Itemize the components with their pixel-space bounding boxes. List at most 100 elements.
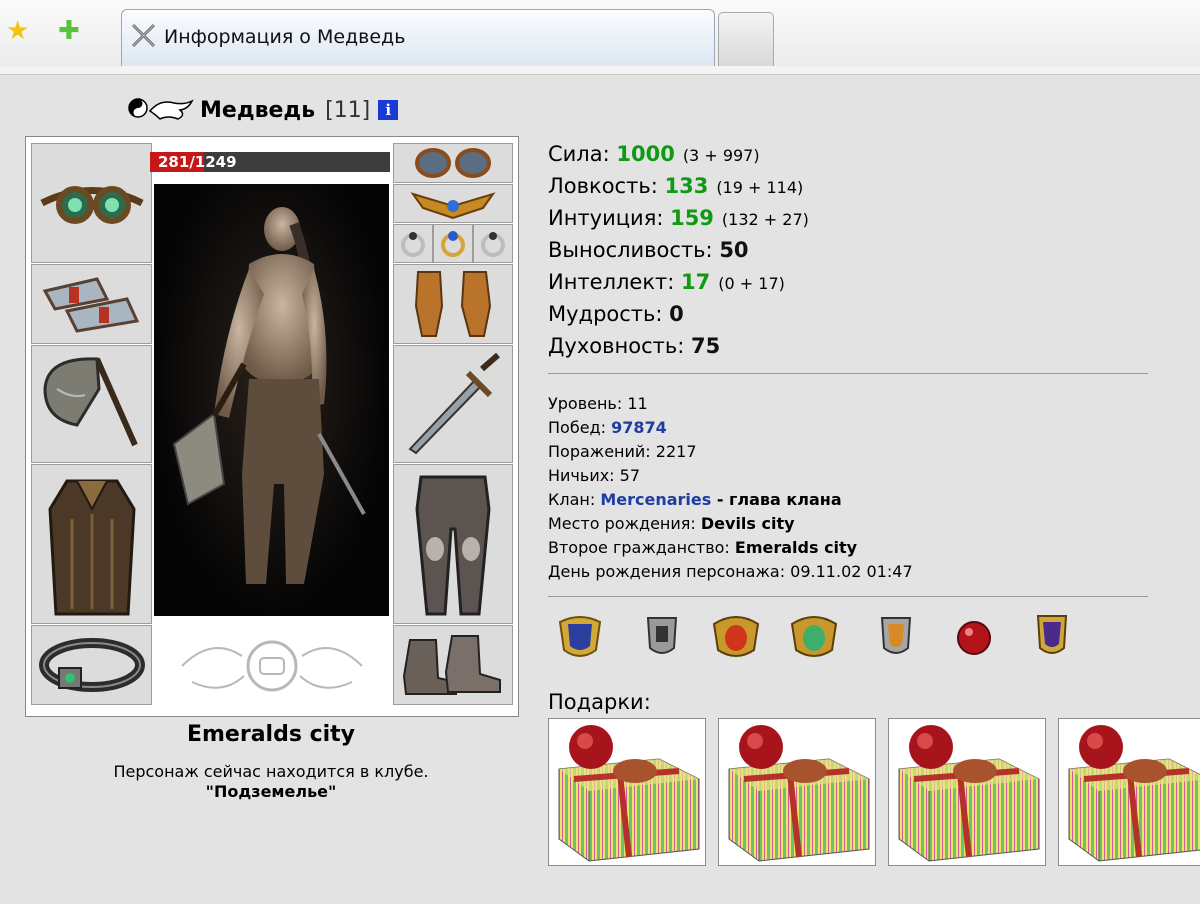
stat-label: Мудрость: bbox=[548, 302, 670, 326]
location-room: "Подземелье" bbox=[205, 782, 337, 801]
red-orb-badge-icon[interactable] bbox=[946, 608, 1002, 664]
info-clan: Клан: Mercenaries - глава клана bbox=[548, 488, 913, 512]
location-status: Персонаж сейчас находится в клубе. bbox=[113, 762, 429, 781]
gloves-icon bbox=[414, 271, 492, 337]
gift-box-icon bbox=[558, 725, 700, 862]
stat-row: Ловкость: 133 (19 + 114) bbox=[548, 170, 809, 202]
silver-shield-badge-icon[interactable] bbox=[868, 608, 924, 664]
stat-value: 159 bbox=[670, 206, 714, 230]
gift-box-icon bbox=[728, 725, 870, 862]
stat-row: Духовность: 75 bbox=[548, 330, 809, 362]
info-label: День рождения персонажа: bbox=[548, 562, 791, 581]
info-draws: Ничьих: 57 bbox=[548, 464, 913, 488]
weapon-right-slot[interactable] bbox=[393, 345, 513, 463]
boots-icon bbox=[402, 635, 501, 695]
stat-breakdown: (3 + 997) bbox=[682, 146, 760, 165]
gift-box-icon bbox=[898, 725, 1040, 862]
info-losses: Поражений: 2217 bbox=[548, 440, 913, 464]
info-label: Ничьих: bbox=[548, 466, 620, 485]
stat-label: Интеллект: bbox=[548, 270, 682, 294]
dagger-icon bbox=[408, 352, 500, 455]
crossed-swords-icon bbox=[131, 23, 156, 48]
gift-item[interactable] bbox=[888, 718, 1046, 866]
tab-character-info[interactable]: Информация о Медведь bbox=[121, 9, 715, 66]
stat-value: 0 bbox=[669, 302, 684, 326]
character-level: [11] bbox=[325, 97, 371, 123]
divider bbox=[548, 596, 1148, 597]
gloves-slot[interactable] bbox=[393, 264, 513, 344]
earrings-slot[interactable] bbox=[393, 143, 513, 183]
purple-shield-badge-icon[interactable] bbox=[1024, 608, 1080, 664]
info-birthday: День рождения персонажа: 09.11.02 01:47 bbox=[548, 560, 913, 584]
info-label: Второе гражданство: bbox=[548, 538, 735, 557]
info-value: 11 bbox=[627, 394, 648, 413]
character-portrait bbox=[154, 184, 389, 616]
ring-icon bbox=[481, 231, 505, 257]
blue-shield-badge-icon[interactable] bbox=[552, 608, 608, 664]
info-value: 2217 bbox=[655, 442, 697, 461]
gift-item[interactable] bbox=[1058, 718, 1200, 866]
ring-slot-2[interactable] bbox=[433, 224, 473, 263]
character-info: Уровень: 11 Побед: 97874 Поражений: 2217… bbox=[548, 392, 913, 584]
stat-label: Сила: bbox=[548, 142, 617, 166]
axe-icon bbox=[42, 357, 138, 447]
character-name: Медведь bbox=[200, 97, 316, 123]
boots-slot[interactable] bbox=[393, 625, 513, 705]
current-city: Emeralds city bbox=[186, 722, 356, 747]
hp-bar: 281/1249 bbox=[150, 152, 390, 172]
info-label: Побед: bbox=[548, 418, 612, 437]
goggles-icon bbox=[39, 186, 144, 224]
info-label: Место рождения: bbox=[548, 514, 701, 533]
red-crest-badge-icon[interactable] bbox=[708, 608, 764, 664]
info-value: 57 bbox=[619, 466, 641, 485]
stat-value: 17 bbox=[681, 270, 711, 294]
ring-icon bbox=[401, 231, 425, 257]
hp-current: 281 bbox=[158, 153, 190, 171]
weapon-left-slot[interactable] bbox=[31, 345, 152, 463]
toolbar-divider bbox=[0, 66, 1200, 75]
green-crest-badge-icon[interactable] bbox=[786, 608, 842, 664]
gift-item[interactable] bbox=[718, 718, 876, 866]
add-bookmark-icon[interactable]: ✚ bbox=[58, 16, 80, 46]
bookmark-star-icon[interactable]: ★ bbox=[6, 16, 29, 46]
stat-breakdown: (19 + 114) bbox=[716, 178, 804, 197]
fist-emblem-icon bbox=[180, 640, 363, 692]
stat-value: 133 bbox=[664, 174, 709, 198]
alignment-dragon-icon[interactable] bbox=[126, 95, 196, 125]
bracers-slot[interactable] bbox=[31, 264, 152, 344]
clan-link[interactable]: Mercenaries bbox=[600, 490, 711, 509]
stat-label: Духовность: bbox=[548, 334, 691, 358]
stat-breakdown: (132 + 27) bbox=[721, 210, 809, 229]
gifts-label: Подарки: bbox=[548, 690, 651, 714]
character-header: Медведь [11] i bbox=[126, 94, 399, 126]
ring-icon bbox=[441, 230, 465, 257]
helmet-slot[interactable] bbox=[31, 143, 152, 263]
gift-item[interactable] bbox=[548, 718, 706, 866]
stat-value: 1000 bbox=[616, 142, 675, 166]
amulet-slot[interactable] bbox=[393, 184, 513, 223]
info-value: 09.11.02 01:47 bbox=[790, 562, 913, 581]
info-label: Клан: bbox=[548, 490, 601, 509]
stat-row: Интеллект: 17 (0 + 17) bbox=[548, 266, 809, 298]
new-tab-button[interactable] bbox=[718, 12, 774, 66]
wins-link[interactable]: 97874 bbox=[611, 418, 667, 437]
knight-shield-badge-icon[interactable] bbox=[634, 608, 690, 664]
fist-emblem bbox=[154, 624, 389, 704]
earrings-icon bbox=[415, 148, 491, 178]
ring-slot-3[interactable] bbox=[473, 224, 513, 263]
info-value: Devils city bbox=[700, 514, 795, 533]
info-icon[interactable]: i bbox=[378, 100, 399, 120]
clan-role: - глава клана bbox=[711, 490, 842, 509]
hp-max: 1249 bbox=[194, 153, 237, 171]
gift-box-icon bbox=[1068, 725, 1200, 862]
legs-slot[interactable] bbox=[393, 464, 513, 624]
info-second-citizenship: Второе гражданство: Emeralds city bbox=[548, 536, 913, 560]
browser-tab-bar: ★ ✚ Информация о Медведь bbox=[0, 0, 1200, 67]
stat-label: Интуиция: bbox=[548, 206, 671, 230]
stats-block: Сила: 1000 (3 + 997) Ловкость: 133 (19 + 11… bbox=[548, 138, 809, 362]
belt-slot[interactable] bbox=[31, 625, 152, 705]
stat-row: Мудрость: 0 bbox=[548, 298, 809, 330]
ring-slot-1[interactable] bbox=[393, 224, 433, 263]
armor-slot[interactable] bbox=[31, 464, 152, 624]
stat-row: Выносливость: 50 bbox=[548, 234, 809, 266]
